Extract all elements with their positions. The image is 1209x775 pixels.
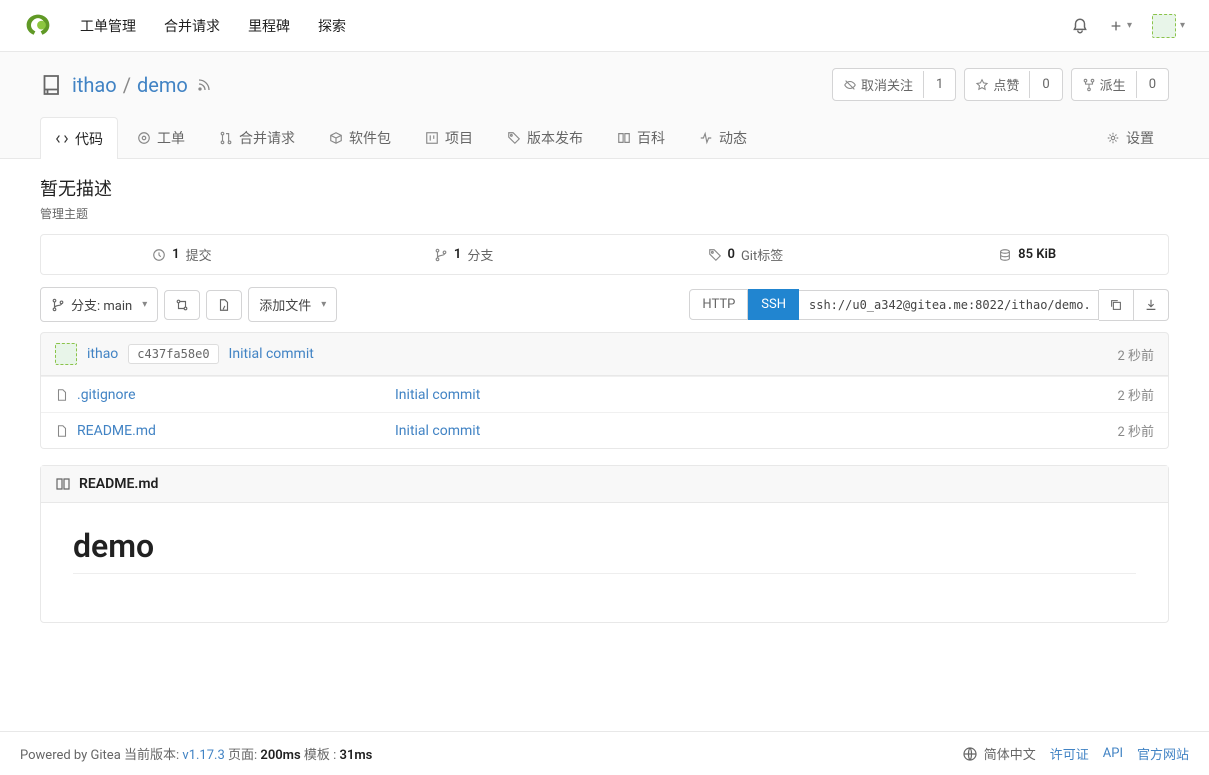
readme-heading: demo <box>73 527 1136 574</box>
tab-releases[interactable]: 版本发布 <box>492 117 598 158</box>
table-row: README.md Initial commit 2 秒前 <box>41 412 1168 448</box>
table-row: .gitignore Initial commit 2 秒前 <box>41 376 1168 412</box>
commit-message[interactable]: Initial commit <box>229 346 314 362</box>
file-time: 2 秒前 <box>1117 421 1154 440</box>
avatar <box>1152 14 1176 38</box>
find-file-button[interactable] <box>206 290 242 320</box>
create-menu[interactable] <box>1109 19 1132 33</box>
tab-wiki[interactable]: 百科 <box>602 117 680 158</box>
clone-ssh[interactable]: SSH <box>748 289 799 320</box>
bell-icon[interactable] <box>1071 17 1089 35</box>
file-link[interactable]: .gitignore <box>77 387 136 403</box>
manage-topics[interactable]: 管理主题 <box>40 207 88 221</box>
download-icon[interactable] <box>1134 289 1169 321</box>
lang-menu[interactable]: 简体中文 <box>962 744 1036 763</box>
nav-milestones[interactable]: 里程碑 <box>248 16 290 36</box>
nav-pulls[interactable]: 合并请求 <box>164 16 220 36</box>
repo-icon <box>40 73 64 97</box>
version-link[interactable]: v1.17.3 <box>182 748 224 763</box>
nav-issues[interactable]: 工单管理 <box>80 16 136 36</box>
add-file-dropdown[interactable]: 添加文件 <box>248 287 337 322</box>
file-commit-msg[interactable]: Initial commit <box>395 387 480 403</box>
repo-link[interactable]: demo <box>137 73 188 97</box>
repo-description: 暂无描述 <box>40 175 1169 201</box>
stat-tags[interactable]: 0Git标签 <box>605 235 887 274</box>
clone-url-input[interactable] <box>799 290 1099 320</box>
stat-size: 85 KiB <box>886 235 1168 274</box>
file-icon <box>55 388 69 402</box>
footer-powered: Powered by Gitea 当前版本: v1.17.3 页面: 200ms… <box>20 744 372 763</box>
avatar <box>55 343 77 365</box>
file-icon <box>55 424 69 438</box>
tab-settings[interactable]: 设置 <box>1091 117 1169 158</box>
file-link[interactable]: README.md <box>77 423 156 439</box>
footer-api[interactable]: API <box>1103 746 1123 761</box>
tab-pulls[interactable]: 合并请求 <box>204 117 310 158</box>
file-time: 2 秒前 <box>1117 385 1154 404</box>
tab-issues[interactable]: 工单 <box>122 117 200 158</box>
commit-sha[interactable]: c437fa58e0 <box>128 344 218 364</box>
owner-link[interactable]: ithao <box>72 73 117 97</box>
tab-projects[interactable]: 项目 <box>410 117 488 158</box>
fork-button[interactable]: 派生 0 <box>1071 68 1169 101</box>
clone-http[interactable]: HTTP <box>689 289 748 320</box>
commit-author[interactable]: ithao <box>87 346 118 362</box>
stat-branches[interactable]: 1分支 <box>323 235 605 274</box>
slash: / <box>123 73 131 97</box>
branch-dropdown[interactable]: 分支: main <box>40 287 158 322</box>
rss-icon[interactable] <box>196 76 212 92</box>
tab-packages[interactable]: 软件包 <box>314 117 406 158</box>
footer-license[interactable]: 许可证 <box>1050 744 1089 763</box>
tab-code[interactable]: 代码 <box>40 117 118 159</box>
footer-website[interactable]: 官方网站 <box>1137 744 1189 763</box>
commit-time: 2 秒前 <box>1117 345 1154 364</box>
gitea-logo[interactable] <box>24 12 52 40</box>
user-menu[interactable] <box>1152 14 1185 38</box>
file-commit-msg[interactable]: Initial commit <box>395 423 480 439</box>
stat-commits[interactable]: 1提交 <box>41 235 323 274</box>
copy-icon[interactable] <box>1099 289 1134 321</box>
star-button[interactable]: 点赞 0 <box>964 68 1062 101</box>
tab-activity[interactable]: 动态 <box>684 117 762 158</box>
compare-button[interactable] <box>164 290 200 320</box>
nav-explore[interactable]: 探索 <box>318 16 346 36</box>
readme-filename: README.md <box>79 476 158 492</box>
unwatch-button[interactable]: 取消关注 1 <box>832 68 956 101</box>
book-icon <box>55 476 71 492</box>
